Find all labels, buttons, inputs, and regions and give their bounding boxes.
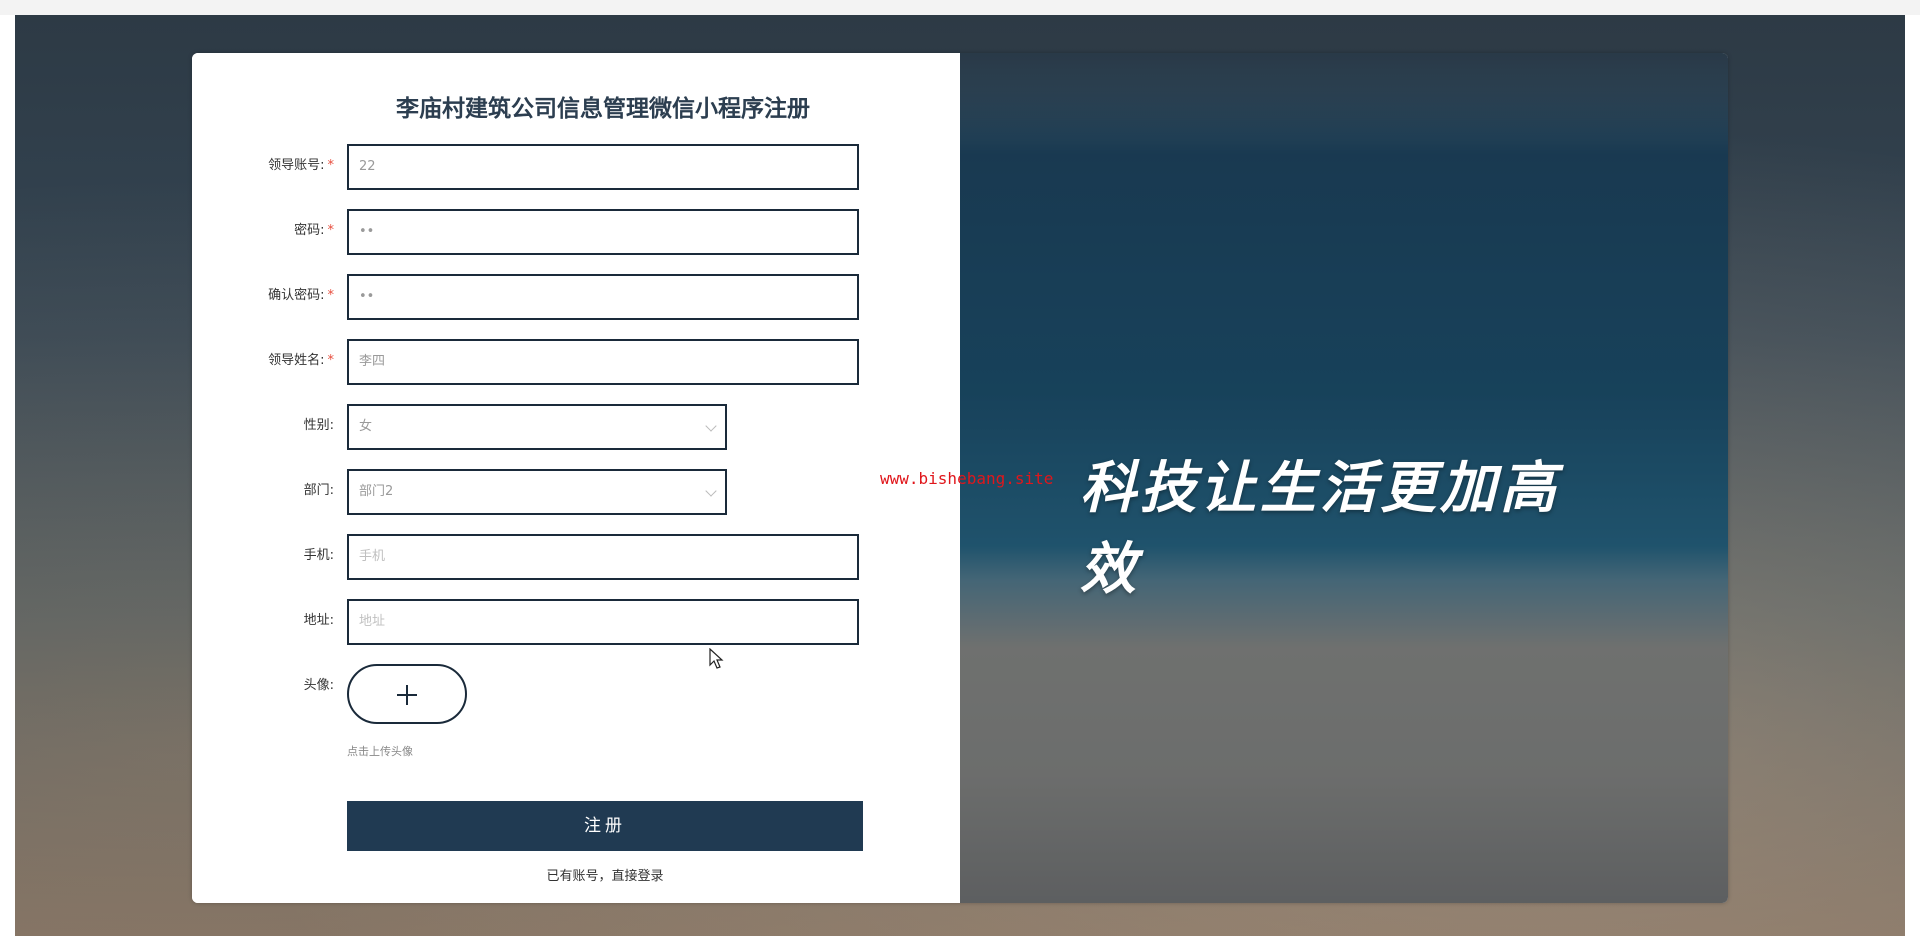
gender-selected-value: 女 [359, 419, 373, 434]
name-label: 领导姓名: * [268, 353, 335, 368]
browser-top-strip [0, 0, 1920, 15]
name-input[interactable]: 李四 [347, 339, 859, 385]
required-mark: * [327, 353, 335, 368]
page-title: 李庙村建筑公司信息管理微信小程序注册 [396, 96, 810, 122]
form-row-account: 领导账号: * 22 [192, 144, 960, 194]
account-input[interactable]: 22 [347, 144, 859, 190]
required-mark: * [327, 223, 335, 238]
phone-input[interactable]: 手机 [347, 534, 859, 580]
password-input[interactable]: •• [347, 209, 859, 255]
form-row-name: 领导姓名: * 李四 [192, 339, 960, 389]
banner-panel: 科技让生活更加高效 [960, 53, 1728, 903]
form-row-address: 地址: 地址 [192, 599, 960, 649]
department-label: 部门: [303, 483, 334, 498]
register-card: 李庙村建筑公司信息管理微信小程序注册 领导账号: * 22 密码: * •• 确认密… [192, 53, 1728, 903]
banner-slogan: 科技让生活更加高效 [1080, 456, 1560, 602]
gender-label: 性别: [303, 418, 334, 433]
password-label: 密码: * [294, 223, 335, 238]
required-mark: * [327, 288, 335, 303]
phone-label: 手机: [303, 548, 334, 563]
form-row-password: 密码: * •• [192, 209, 960, 259]
form-row-phone: 手机: 手机 [192, 534, 960, 584]
department-select[interactable]: 部门2 [347, 469, 727, 515]
register-button[interactable]: 注册 [347, 801, 863, 851]
watermark-text: www.bishebang.site [880, 469, 1054, 488]
form-row-avatar: 头像: [192, 664, 960, 734]
address-input[interactable]: 地址 [347, 599, 859, 645]
account-label: 领导账号: * [268, 158, 335, 173]
department-selected-value: 部门2 [359, 484, 394, 499]
mouse-pointer-icon [709, 648, 724, 669]
avatar-label: 头像: [303, 678, 334, 693]
plus-icon-bar [397, 694, 417, 696]
address-label: 地址: [303, 613, 334, 628]
avatar-upload-hint: 点击上传头像 [347, 745, 413, 758]
form-row-gender: 性别: 女 [192, 404, 960, 454]
confirm-password-label: 确认密码: * [268, 288, 335, 303]
form-row-confirm-password: 确认密码: * •• [192, 274, 960, 324]
login-link[interactable]: 已有账号，直接登录 [347, 865, 863, 884]
chevron-down-icon [705, 420, 717, 432]
form-row-department: 部门: 部门2 [192, 469, 960, 519]
confirm-password-input[interactable]: •• [347, 274, 859, 320]
register-form-panel: 李庙村建筑公司信息管理微信小程序注册 领导账号: * 22 密码: * •• 确认密… [192, 53, 960, 903]
chevron-down-icon [705, 485, 717, 497]
required-mark: * [327, 158, 335, 173]
gender-select[interactable]: 女 [347, 404, 727, 450]
avatar-upload-button[interactable] [347, 664, 467, 724]
